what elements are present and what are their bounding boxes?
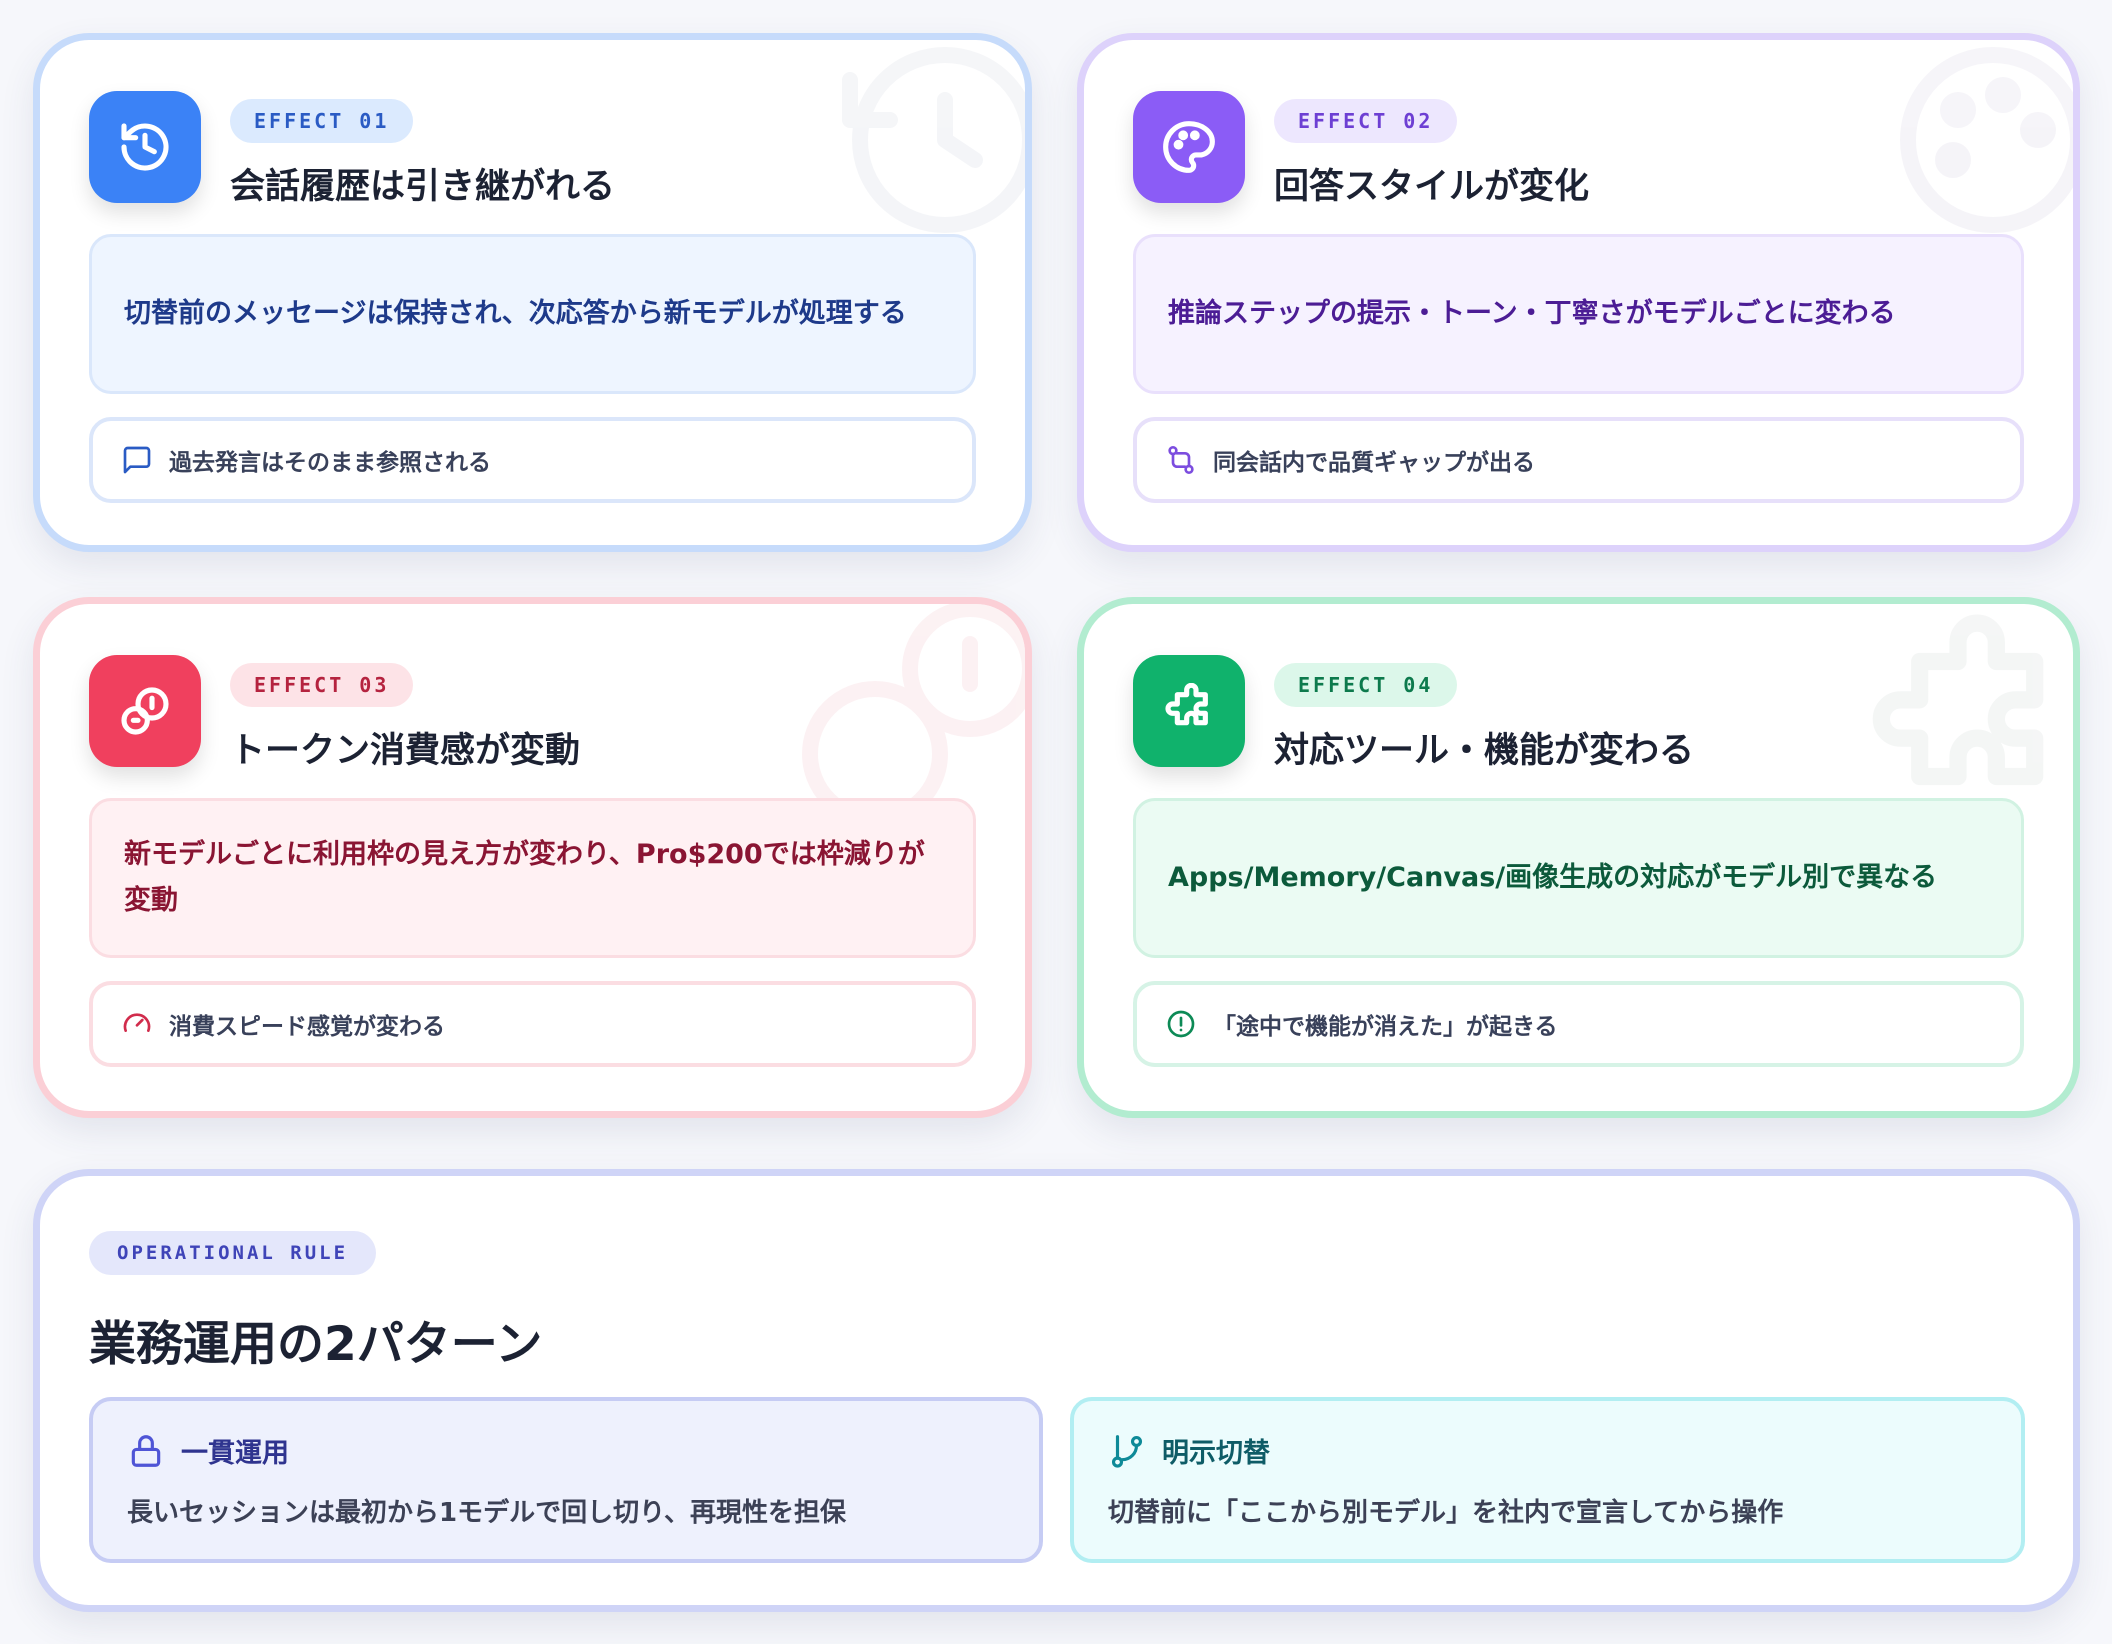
- pattern-label: 一貫運用: [181, 1438, 289, 1469]
- effect-description: 推論ステップの提示・トーン・丁寧さがモデルごとに変わる: [1133, 234, 2024, 394]
- effect-note: 同会話内で品質ギャップが出る: [1133, 417, 2024, 503]
- effect-title: 会話履歴は引き継がれる: [230, 167, 616, 207]
- effect-note-text: 「途中で機能が消えた」が起きる: [1213, 1014, 1558, 1040]
- effect-description: Apps/Memory/Canvas/画像生成の対応がモデル別で異なる: [1133, 798, 2024, 958]
- operational-title: 業務運用の2パターン: [89, 1317, 543, 1372]
- effect-description: 新モデルごとに利用枠の見え方が変わり、Pro$200では枠減りが変動: [89, 798, 976, 958]
- coins-icon: [89, 655, 201, 767]
- effect-card-1: EFFECT 01 会話履歴は引き継がれる 切替前のメッセージは保持され、次応答…: [33, 33, 1032, 552]
- pattern-consistent: 一貫運用 長いセッションは最初から1モデルで回し切り、再現性を担保: [89, 1397, 1043, 1563]
- pattern-explicit-switch: 明示切替 切替前に「ここから別モデル」を社内で宣言してから操作: [1070, 1397, 2025, 1563]
- effect-badge: EFFECT 02: [1274, 99, 1458, 143]
- pattern-text: 切替前に「ここから別モデル」を社内で宣言してから操作: [1108, 1498, 1784, 1528]
- effect-badge: EFFECT 01: [230, 99, 414, 143]
- lock-icon: [131, 1434, 161, 1467]
- effect-badge: EFFECT 03: [230, 663, 414, 707]
- effect-title: 対応ツール・機能が変わる: [1274, 731, 1695, 771]
- git-compare-icon: [1168, 446, 1194, 474]
- gauge-icon: [123, 1013, 151, 1032]
- palette-icon: [1133, 91, 1245, 203]
- effect-card-2: EFFECT 02 回答スタイルが変化 推論ステップの提示・トーン・丁寧さがモデ…: [1077, 33, 2080, 552]
- effect-note: 消費スピード感覚が変わる: [89, 981, 976, 1067]
- effect-note: 過去発言はそのまま参照される: [89, 417, 976, 503]
- effect-note: 「途中で機能が消えた」が起きる: [1133, 981, 2024, 1067]
- effect-title: 回答スタイルが変化: [1274, 167, 1590, 207]
- alert-circle-icon: [1167, 1010, 1195, 1038]
- pattern-text: 長いセッションは最初から1モデルで回し切り、再現性を担保: [127, 1498, 847, 1528]
- git-branch-icon: [1111, 1434, 1143, 1468]
- operational-rule-card: OPERATIONAL RULE 業務運用の2パターン 一貫運用 長いセッション…: [33, 1169, 2080, 1612]
- effect-card-3: EFFECT 03 トークン消費感が変動 新モデルごとに利用枠の見え方が変わり、…: [33, 597, 1032, 1118]
- effect-badge: EFFECT 04: [1274, 663, 1458, 707]
- effect-card-4: EFFECT 04 対応ツール・機能が変わる Apps/Memory/Canva…: [1077, 597, 2080, 1118]
- chat-bubble-icon: [123, 446, 151, 474]
- effect-note-text: 消費スピード感覚が変わる: [169, 1014, 445, 1040]
- effect-description: 切替前のメッセージは保持され、次応答から新モデルが処理する: [89, 234, 976, 394]
- history-icon: [89, 91, 201, 203]
- pattern-label: 明示切替: [1162, 1438, 1270, 1469]
- effect-note-text: 同会話内で品質ギャップが出る: [1213, 450, 1535, 476]
- effect-note-text: 過去発言はそのまま参照される: [169, 450, 491, 476]
- puzzle-icon: [1133, 655, 1245, 767]
- effect-title: トークン消費感が変動: [230, 731, 581, 771]
- operational-badge: OPERATIONAL RULE: [89, 1231, 377, 1275]
